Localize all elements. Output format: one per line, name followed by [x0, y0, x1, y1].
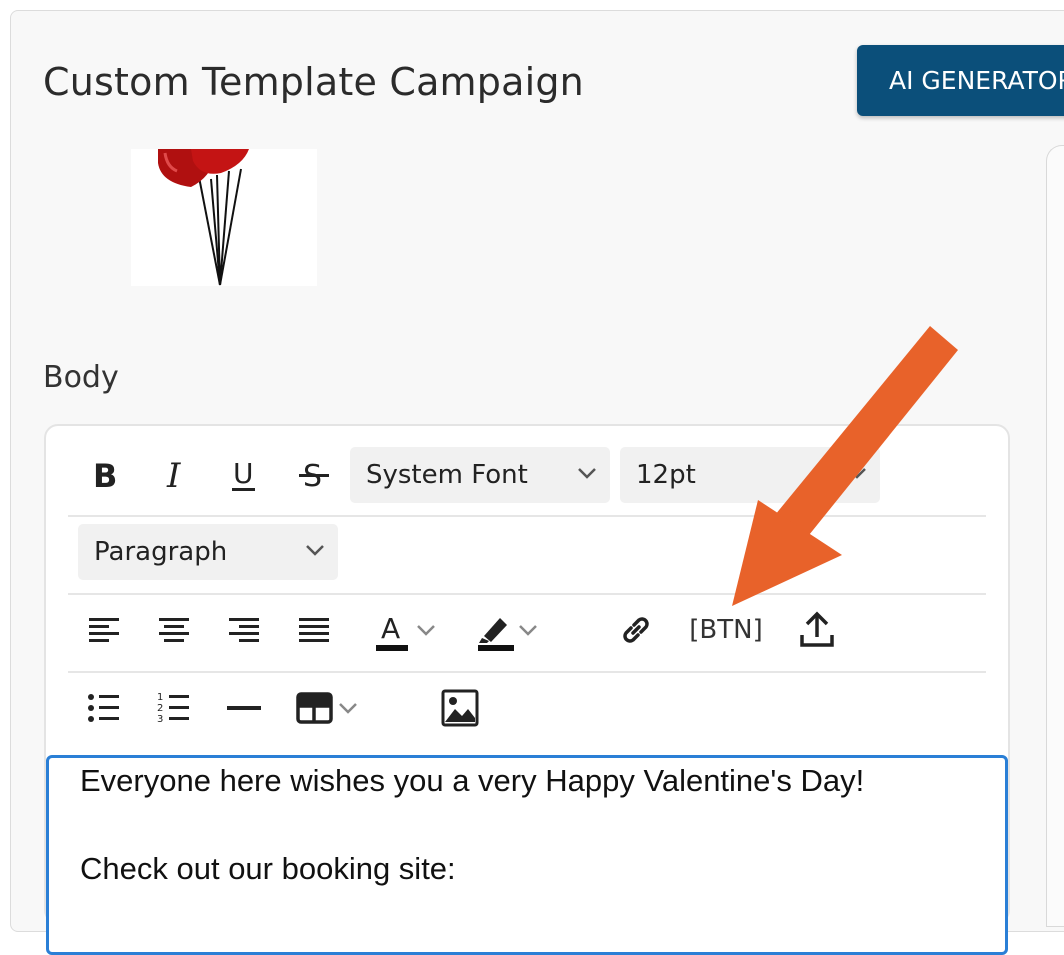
image-icon — [441, 689, 479, 727]
chevron-down-icon — [339, 703, 357, 714]
bullet-list-button[interactable] — [80, 682, 128, 734]
heart-balloons-icon — [158, 149, 249, 286]
bullet-list-icon — [88, 694, 119, 722]
chevron-down-icon — [848, 468, 866, 479]
svg-text:3: 3 — [157, 714, 163, 725]
align-right-icon — [229, 618, 259, 642]
bold-icon: B — [93, 458, 117, 492]
horizontal-rule-icon — [227, 706, 261, 710]
svg-text:A: A — [381, 612, 400, 645]
align-center-button[interactable] — [150, 604, 198, 656]
align-justify-icon — [299, 618, 329, 642]
font-size-value: 12pt — [636, 460, 696, 490]
italic-icon: I — [166, 458, 181, 492]
svg-text:B: B — [93, 458, 117, 492]
block-format-value: Paragraph — [94, 537, 228, 567]
align-left-icon — [89, 618, 119, 642]
editor-line-2: Check out our booking site: — [80, 851, 456, 886]
bold-button[interactable]: B — [80, 449, 128, 501]
text-color-icon: A — [376, 612, 408, 651]
table-button[interactable] — [288, 682, 368, 734]
align-center-icon — [159, 618, 189, 642]
link-icon — [623, 617, 649, 643]
underline-button[interactable]: U — [220, 449, 268, 501]
font-family-select[interactable]: System Font — [350, 447, 610, 503]
align-left-button[interactable] — [80, 604, 128, 656]
block-format-select[interactable]: Paragraph — [78, 524, 338, 580]
numbered-list-button[interactable]: 123 — [150, 682, 198, 734]
chevron-down-icon — [417, 625, 435, 636]
highlight-color-button[interactable] — [462, 604, 552, 656]
link-button[interactable] — [612, 604, 660, 656]
preview-panel-edge — [1046, 145, 1064, 927]
highlight-icon — [478, 618, 514, 651]
ai-generator-button[interactable]: AI GENERATOR — [857, 45, 1064, 116]
page-title: Custom Template Campaign — [43, 60, 584, 104]
numbered-list-icon: 123 — [157, 692, 189, 725]
insert-image-button[interactable] — [436, 682, 484, 734]
align-justify-button[interactable] — [290, 604, 338, 656]
italic-button[interactable]: I — [150, 449, 198, 501]
editor-line-1: Everyone here wishes you a very Happy Va… — [80, 763, 865, 798]
svg-text:1: 1 — [157, 692, 163, 703]
insert-button-btn[interactable]: [BTN] — [680, 604, 772, 656]
header-image[interactable] — [131, 149, 317, 286]
table-icon — [296, 692, 333, 724]
svg-text:2: 2 — [157, 703, 163, 714]
font-family-value: System Font — [366, 460, 528, 490]
chevron-down-icon — [578, 468, 596, 479]
svg-text:I: I — [166, 458, 181, 492]
chevron-down-icon — [306, 545, 324, 556]
align-right-button[interactable] — [220, 604, 268, 656]
body-label: Body — [43, 360, 119, 395]
chevron-down-icon — [519, 625, 537, 636]
strikethrough-button[interactable]: S — [290, 449, 338, 501]
upload-icon — [800, 611, 834, 647]
font-size-select[interactable]: 12pt — [620, 447, 880, 503]
editor-content-area[interactable]: Everyone here wishes you a very Happy Va… — [46, 755, 1008, 955]
underline-icon: U — [232, 457, 255, 491]
text-color-button[interactable]: A — [360, 604, 450, 656]
upload-button[interactable] — [793, 604, 841, 656]
horizontal-rule-button[interactable] — [220, 682, 268, 734]
svg-text:U: U — [233, 457, 254, 490]
strikethrough-icon: S — [299, 459, 329, 492]
